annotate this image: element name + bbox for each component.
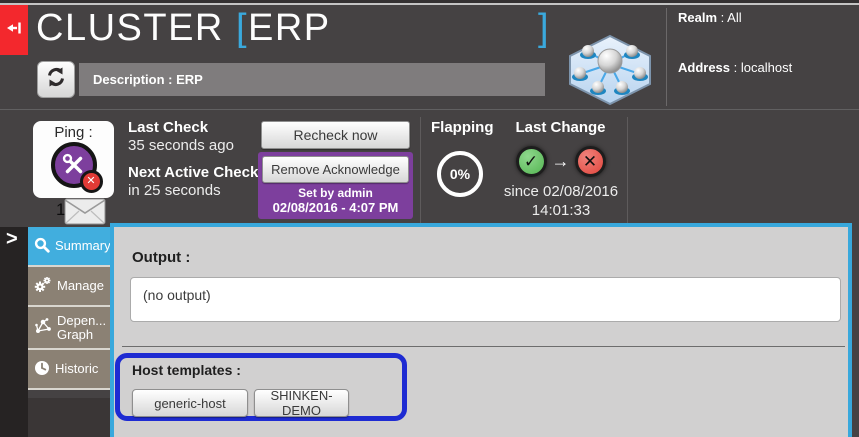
top-divider-line xyxy=(0,3,859,5)
next-check-label: Next Active Check xyxy=(128,164,258,181)
address-label: Address xyxy=(678,60,730,75)
state-transition: ✓ → ✕ xyxy=(503,146,618,177)
clock-icon xyxy=(34,360,50,379)
tab-dependency-graph[interactable]: Depen...Graph xyxy=(28,307,110,350)
acknowledge-panel: Remove Acknowledge Set by admin 02/08/20… xyxy=(258,152,413,219)
output-box: (no output) xyxy=(130,277,841,322)
flapping-label: Flapping xyxy=(431,119,494,136)
envelope-icon xyxy=(64,198,106,230)
last-change-label: Last Change xyxy=(513,119,608,136)
title-type: CLUSTER xyxy=(36,7,224,49)
header-row-divider xyxy=(0,109,859,110)
title-bracket-close: ] xyxy=(538,7,549,50)
tab-historic[interactable]: Historic xyxy=(28,350,110,390)
status-divider-2 xyxy=(627,117,628,227)
tab-summary[interactable]: Summary xyxy=(28,227,110,267)
critical-badge-icon: ✕ xyxy=(80,170,103,193)
content-divider xyxy=(122,346,845,347)
page-title: CLUSTER [ERP xyxy=(36,7,331,50)
expand-chevron-icon[interactable]: > xyxy=(6,228,18,251)
ping-label: Ping : xyxy=(33,124,114,141)
recheck-now-button[interactable]: Recheck now xyxy=(261,121,410,149)
tab-manage-label: Manage xyxy=(57,279,104,293)
next-check-value: in 25 seconds xyxy=(128,182,221,199)
header-divider xyxy=(666,8,667,106)
template-generic-host-button[interactable]: generic-host xyxy=(132,389,248,417)
service-ping-card: Ping : ✕ xyxy=(33,121,114,198)
tab-historic-label: Historic xyxy=(55,362,98,376)
ack-set-by: Set by admin xyxy=(258,186,413,200)
last-check-label: Last Check xyxy=(128,119,208,136)
tab-manage[interactable]: Manage xyxy=(28,267,110,307)
address-separator: : xyxy=(730,60,741,75)
title-host-name: ERP xyxy=(248,7,331,49)
acknowledged-state-icon: ✕ xyxy=(51,142,97,188)
host-templates-label: Host templates : xyxy=(132,362,241,378)
description-separator: : xyxy=(165,72,177,87)
realm-separator: : xyxy=(717,10,727,25)
remove-acknowledge-button[interactable]: Remove Acknowledge xyxy=(262,156,409,183)
address-value: localhost xyxy=(741,60,792,75)
gears-icon xyxy=(34,276,52,296)
collapse-left-icon xyxy=(6,21,22,40)
description-value: ERP xyxy=(176,72,203,87)
description-bar: Description : ERP xyxy=(79,63,545,96)
refresh-button[interactable] xyxy=(37,61,75,98)
sidebar-tabs: Summary Manage xyxy=(28,227,110,390)
template-shinken-demo-button[interactable]: SHINKEN-DEMO xyxy=(254,389,349,417)
address-field: Address : localhost xyxy=(678,60,792,75)
description-label: Description xyxy=(93,72,165,87)
collapse-panel-tab[interactable] xyxy=(0,5,28,55)
host-templates-row: generic-host SHINKEN-DEMO xyxy=(132,389,349,417)
magnifier-icon xyxy=(34,237,50,256)
state-critical-icon: ✕ xyxy=(575,146,606,177)
arrow-right-icon: → xyxy=(552,151,570,172)
status-divider xyxy=(420,117,421,225)
graph-icon xyxy=(34,317,52,338)
tab-dependency-graph-label: Depen...Graph xyxy=(57,314,106,342)
realm-value: All xyxy=(727,10,741,25)
realm-label: Realm xyxy=(678,10,717,25)
last-change-since: since 02/08/2016 xyxy=(491,183,631,200)
state-ok-icon: ✓ xyxy=(516,146,547,177)
tab-summary-label: Summary xyxy=(55,239,111,253)
refresh-icon xyxy=(44,65,68,94)
sidebar-filler xyxy=(28,398,110,437)
output-label: Output : xyxy=(132,249,190,266)
last-check-value: 35 seconds ago xyxy=(128,137,234,154)
title-bracket-open: [ xyxy=(236,7,248,49)
realm-field: Realm : All xyxy=(678,10,742,25)
cluster-host-icon xyxy=(560,34,660,111)
ack-date: 02/08/2016 - 4:07 PM xyxy=(258,200,413,215)
sidebar-collapse-strip xyxy=(0,227,28,437)
last-change-time: 14:01:33 xyxy=(491,202,631,219)
flapping-percentage: 0% xyxy=(437,151,483,197)
summary-panel: Output : (no output) Host templates : ge… xyxy=(110,223,852,437)
